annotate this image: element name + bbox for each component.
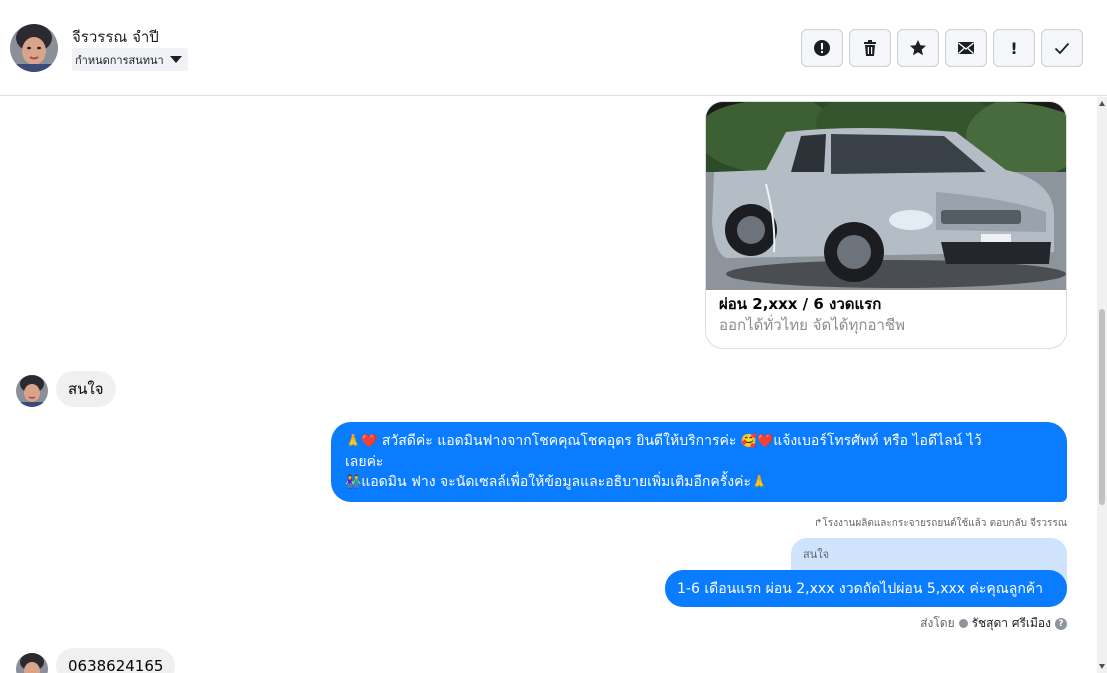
scroll-down-icon[interactable] — [1099, 664, 1105, 669]
header-actions: ! — [801, 29, 1083, 67]
incoming-message: สนใจ — [56, 371, 116, 407]
message-text: แจ้งเบอร์โทรศัพท์ หรือ ไอดีไลน์ ไว้ — [773, 433, 982, 449]
contact-avatar-small — [16, 375, 48, 407]
outgoing-message-reply: 1-6 เดือนแรก ผ่อน 2,xxx งวดถัดไปผ่อน 5,x… — [665, 570, 1067, 607]
message-text: สวัสดีค่ะ แอดมินฟางจากโชคคุณโชคอุดร ยินด… — [377, 433, 741, 449]
alert-circle-icon — [814, 40, 830, 56]
delete-button[interactable] — [849, 29, 891, 67]
contact-name: จีรวรรณ จำปี — [72, 28, 159, 46]
trash-icon — [864, 40, 876, 56]
spam-button[interactable] — [801, 29, 843, 67]
label-dropdown-text: กำหนดการสนทนา — [75, 53, 164, 67]
sender-name[interactable]: รัชสุดา ศรีเมือง — [972, 614, 1051, 633]
help-icon[interactable]: ? — [1055, 617, 1067, 630]
incoming-message: 0638624165 — [56, 648, 176, 673]
contact-avatar-small — [16, 653, 48, 673]
message-thread: ผ่อน 2,xxx / 6 งวดแรก ออกได้ทั่วไทย จัดไ… — [0, 97, 1097, 673]
conversation-header: จีรวรรณ จำปี กำหนดการสนทนา ! — [0, 0, 1107, 96]
thread-scrollbar[interactable] — [1097, 97, 1107, 673]
product-card-subtitle: ออกได้ทั่วไทย จัดได้ทุกอาชีพ — [719, 316, 905, 334]
smile-heart-emoji: 🥰❤️ — [740, 434, 774, 449]
message-text: แอดมิน ฟาง จะนัดเซลล์เพื่อให้ข้อมูลและอธ… — [361, 474, 751, 490]
message-line: เลยค่ะ — [345, 454, 384, 470]
star-button[interactable] — [897, 29, 939, 67]
people-emoji: 👫 — [345, 475, 362, 490]
quoted-text: สนใจ — [803, 548, 830, 561]
contact-avatar[interactable] — [10, 24, 58, 72]
conversation-label-dropdown[interactable]: กำหนดการสนทนา — [72, 48, 188, 71]
mark-unread-button[interactable] — [945, 29, 987, 67]
sent-by-info: ส่งโดย รัชสุดา ศรีเมือง ? — [920, 614, 1067, 633]
reply-note: ↱โรงงานผลิตและกระจายรถยนต์ใช้แล้ว ตอบกลั… — [814, 518, 1067, 529]
caret-down-icon — [169, 56, 182, 63]
follow-up-button[interactable]: ! — [993, 29, 1035, 67]
exclamation-icon: ! — [1010, 38, 1018, 58]
outgoing-message: 🙏❤️ สวัสดีค่ะ แอดมินฟางจากโชคคุณโชคอุดร … — [331, 422, 1067, 502]
message-line: 👫แอดมิน ฟาง จะนัดเซลล์เพื่อให้ข้อมูลและอ… — [345, 472, 1053, 493]
pray-emoji: 🙏 — [751, 475, 768, 490]
scroll-up-icon[interactable] — [1099, 101, 1105, 106]
product-photo — [706, 102, 1066, 290]
product-card[interactable]: ผ่อน 2,xxx / 6 งวดแรก ออกได้ทั่วไทย จัดไ… — [705, 101, 1067, 349]
pray-heart-emoji: 🙏❤️ — [345, 434, 378, 449]
done-button[interactable] — [1041, 29, 1083, 67]
scroll-thumb[interactable] — [1099, 309, 1105, 505]
message-line: 🙏❤️ สวัสดีค่ะ แอดมินฟางจากโชคคุณโชคอุดร … — [345, 431, 1053, 452]
star-icon — [910, 40, 926, 56]
check-icon — [1054, 42, 1070, 55]
sender-badge-icon — [958, 619, 968, 628]
envelope-icon — [958, 42, 974, 54]
sent-by-label: ส่งโดย — [920, 616, 955, 630]
